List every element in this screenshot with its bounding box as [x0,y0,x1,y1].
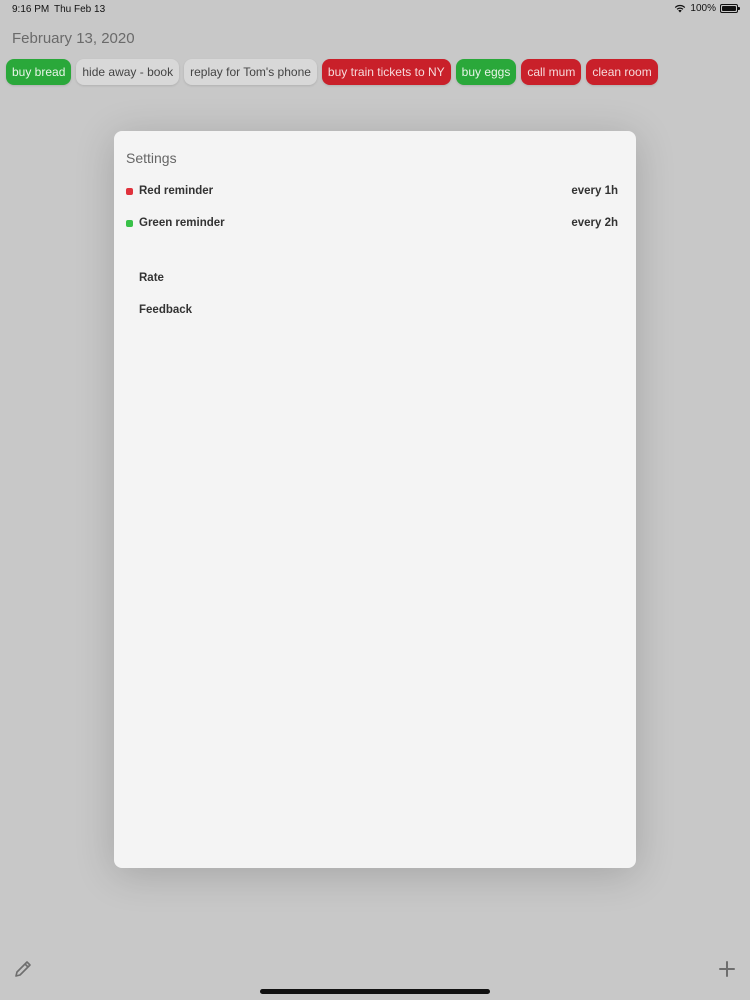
red-dot-icon [126,187,133,195]
reminder-chip[interactable]: hide away - book [76,59,180,85]
plus-icon[interactable] [716,958,738,980]
status-bar: 9:16 PM Thu Feb 13 100% [0,0,750,18]
reminder-chip[interactable]: buy train tickets to NY [321,59,451,85]
page-title: February 13, 2020 [12,30,135,47]
wifi-icon [675,4,686,13]
red-reminder-label: Red reminder [139,185,214,197]
battery-icon [720,4,740,13]
green-reminder-row[interactable]: Green reminder every 2h [126,213,618,233]
reminder-chip[interactable]: buy eggs [455,59,517,85]
battery-level [722,6,736,11]
reminder-chip[interactable]: clean room [586,59,658,85]
green-reminder-interval[interactable]: every 2h [571,217,618,229]
settings-title: Settings [126,150,177,166]
reminder-chip[interactable]: buy bread [6,59,72,85]
status-date: Thu Feb 13 [54,4,106,15]
feedback-link[interactable]: Feedback [139,304,192,316]
reminder-chip[interactable]: call mum [521,59,582,85]
pencil-icon[interactable] [12,958,34,980]
green-reminder-label: Green reminder [139,217,225,229]
rate-link[interactable]: Rate [139,272,164,284]
green-dot-icon [126,219,133,227]
red-reminder-interval[interactable]: every 1h [571,185,618,197]
home-indicator[interactable] [260,989,490,994]
battery-percent: 100% [690,3,716,14]
reminder-chips: buy bread hide away - book replay for Tom'… [6,59,658,85]
red-reminder-row[interactable]: Red reminder every 1h [126,181,618,201]
settings-modal: Settings Red reminder every 1h Green rem… [114,131,636,868]
status-indicators: 100% [674,3,740,14]
status-time: 9:16 PM [12,4,50,15]
reminder-chip[interactable]: replay for Tom's phone [184,59,317,85]
